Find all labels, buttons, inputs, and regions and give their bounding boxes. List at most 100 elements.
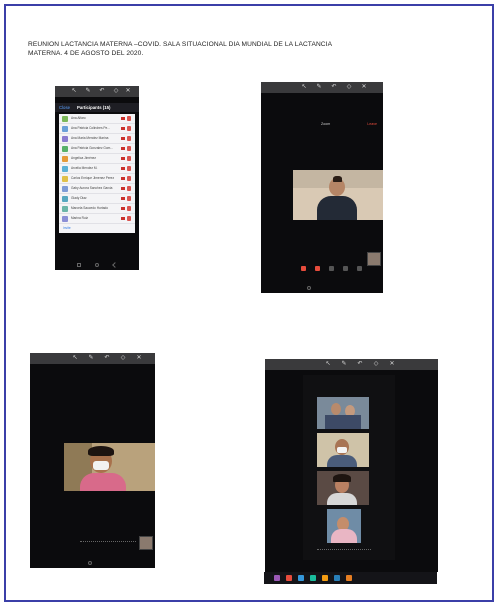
home-icon[interactable] <box>88 561 92 565</box>
zoom-toolbar: ↖ ✎ ↶ ◇ ✕ <box>265 359 438 370</box>
self-view-thumbnail[interactable] <box>367 252 381 266</box>
close-icon: ✕ <box>136 354 142 361</box>
eraser-icon: ◇ <box>113 87 119 94</box>
participant-name: Marcela Saucedo Hurtado <box>71 206 109 210</box>
taskbar-app-icon[interactable] <box>274 575 280 581</box>
gallery-tile-1 <box>317 397 369 429</box>
heading-line-2: MATERNA. 4 DE AGOSTO DEL 2020. <box>28 50 144 57</box>
participant-name: Ana Patricia Colindres Pe... <box>71 126 110 130</box>
video-off-icon <box>121 177 125 180</box>
participant-name: Marina Ruiz <box>71 216 89 220</box>
participant-row[interactable]: Gaby Aurora Sanchez Garcia <box>59 184 135 194</box>
participant-avatar <box>62 175 68 182</box>
back-icon[interactable] <box>112 262 118 268</box>
speaker-hair <box>88 446 114 456</box>
participant-body <box>331 529 357 543</box>
invite-row[interactable]: Invite <box>59 224 135 233</box>
participant-row[interactable]: Ana Maria Mendez Marina <box>59 134 135 144</box>
taskbar-app-icon[interactable] <box>310 575 316 581</box>
participant-avatar <box>62 145 68 152</box>
participant-row[interactable]: Marcela Saucedo Hurtado <box>59 204 135 214</box>
speaker-screenshot-1: ↖ ✎ ↶ ◇ ✕ Zoom Leave <box>261 82 383 293</box>
participant-avatar <box>62 215 68 222</box>
undo-icon: ↶ <box>104 354 110 361</box>
participants-screenshot: ↖ ✎ ↶ ◇ ✕ Close Participants (15) Ana Al… <box>55 86 139 270</box>
participant-avatar <box>62 135 68 142</box>
participant-row[interactable]: Angelica Jiménez <box>59 154 135 164</box>
speaker-hair <box>333 176 342 182</box>
mic-muted-icon <box>127 176 131 181</box>
self-view-thumbnail[interactable] <box>139 536 153 550</box>
pen-icon: ✎ <box>341 360 347 367</box>
eraser-icon: ◇ <box>373 360 379 367</box>
participant-row[interactable]: Ana Patricia Gonzalez Gom... <box>59 144 135 154</box>
mic-muted-icon <box>127 206 131 211</box>
participants-button[interactable] <box>343 266 348 271</box>
taskbar-app-icon[interactable] <box>322 575 328 581</box>
leave-button[interactable]: Leave <box>367 122 377 126</box>
speaker-video-tile <box>64 443 155 491</box>
zoom-toolbar: ↖ ✎ ↶ ◇ ✕ <box>261 82 383 93</box>
pen-icon: ✎ <box>316 83 322 90</box>
pen-icon: ✎ <box>85 87 91 94</box>
close-participants-button[interactable]: Close <box>59 103 70 112</box>
video-off-icon <box>121 197 125 200</box>
participants-list: Ana Alfaro Ana Patricia Colindres Pe... An… <box>59 114 135 233</box>
participant-name: Gaby Aurora Sanchez Garcia <box>71 186 113 190</box>
participant-body <box>327 455 357 467</box>
video-off-icon <box>121 207 125 210</box>
participant-row[interactable]: Carlos Enrique Jimenez Perez <box>59 174 135 184</box>
close-icon: ✕ <box>389 360 395 367</box>
taskbar-app-icon[interactable] <box>334 575 340 581</box>
participant-row[interactable]: Ana Patricia Colindres Pe... <box>59 124 135 134</box>
face-mask <box>93 461 109 470</box>
participant-name: Arcelia Mendez M. <box>71 166 98 170</box>
undo-icon: ↶ <box>331 83 337 90</box>
home-icon[interactable] <box>307 286 311 290</box>
undo-icon: ↶ <box>99 87 105 94</box>
video-off-icon <box>121 167 125 170</box>
heading-line-1: REUNION LACTANCIA MATERNA –COVID. SALA S… <box>28 41 333 48</box>
participants-header: Close Participants (15) <box>55 103 139 112</box>
phone-nav-bar <box>30 559 155 568</box>
recent-apps-icon[interactable] <box>77 263 81 267</box>
gallery-tile-3 <box>317 471 369 505</box>
mic-muted-icon <box>127 186 131 191</box>
gallery-tile-4 <box>327 509 361 543</box>
video-off-icon <box>121 117 125 120</box>
speaker-body <box>317 196 357 220</box>
close-icon: ✕ <box>125 87 131 94</box>
gallery-screenshot: ↖ ✎ ↶ ◇ ✕ <box>265 359 438 572</box>
participant-avatar <box>62 165 68 172</box>
taskbar-app-icon[interactable] <box>286 575 292 581</box>
video-button[interactable] <box>315 266 320 271</box>
more-button[interactable] <box>357 266 362 271</box>
video-off-icon <box>121 127 125 130</box>
participant-name: Ana Alfaro <box>71 116 86 120</box>
invite-button[interactable]: Invite <box>63 225 71 232</box>
participant-face <box>331 403 341 415</box>
video-off-icon <box>121 157 125 160</box>
participant-row[interactable]: Ana Alfaro <box>59 114 135 124</box>
participant-avatar <box>62 195 68 202</box>
zoom-toolbar: ↖ ✎ ↶ ◇ ✕ <box>30 353 155 364</box>
participant-row[interactable]: Marina Ruiz <box>59 214 135 224</box>
participant-avatar <box>62 185 68 192</box>
mic-muted-icon <box>127 146 131 151</box>
taskbar-app-icon[interactable] <box>346 575 352 581</box>
mic-muted-icon <box>127 136 131 141</box>
participant-row[interactable]: Arcelia Mendez M. <box>59 164 135 174</box>
taskbar-app-icon[interactable] <box>298 575 304 581</box>
mute-button[interactable] <box>301 266 306 271</box>
participant-name: Ana Maria Mendez Marina <box>71 136 109 140</box>
participant-name: Ana Patricia Gonzalez Gom... <box>71 146 113 150</box>
mic-muted-icon <box>127 216 131 221</box>
participant-body <box>327 493 357 505</box>
participants-title: Participants (15) <box>77 105 111 110</box>
home-icon[interactable] <box>95 263 99 267</box>
share-button[interactable] <box>329 266 334 271</box>
participant-row[interactable]: Glady Diaz <box>59 194 135 204</box>
windows-taskbar <box>264 572 437 584</box>
participant-name: Angelica Jiménez <box>71 156 96 160</box>
face-mask <box>337 447 347 453</box>
